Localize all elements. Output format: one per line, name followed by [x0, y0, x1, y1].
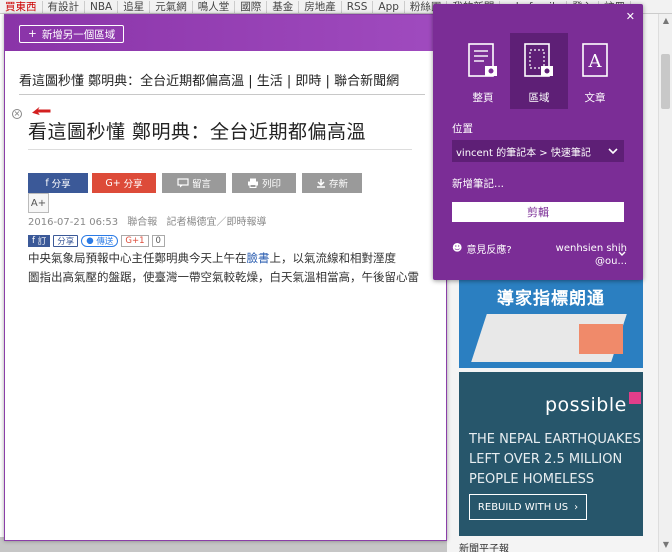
- ad-banner-2[interactable]: possible THE NEPAL EARTHQUAKES LEFT OVER…: [459, 372, 643, 536]
- nav-item[interactable]: 基金: [267, 0, 300, 13]
- font-increase-button[interactable]: A+: [28, 193, 49, 213]
- smiley-icon: ☻: [452, 243, 463, 254]
- chevron-right-icon: ›: [574, 501, 579, 513]
- save-button[interactable]: 存新: [302, 173, 362, 193]
- chevron-down-icon[interactable]: [617, 249, 627, 259]
- feedback-link[interactable]: ☻ 意見反應?: [452, 241, 512, 256]
- clip-button[interactable]: 剪輯: [452, 202, 624, 222]
- nav-item[interactable]: App: [373, 0, 405, 13]
- add-region-label: 新增另一個區域: [41, 28, 116, 41]
- fb-share-button[interactable]: f 分享: [28, 173, 88, 193]
- divider: [19, 94, 425, 95]
- region-icon: [524, 43, 553, 77]
- nav-item[interactable]: 買東西: [0, 0, 43, 13]
- page-icon: [468, 43, 497, 77]
- rebuild-button[interactable]: REBUILD WITH US ›: [469, 494, 587, 520]
- ad1-title: 導家指標朗通: [497, 289, 605, 309]
- facebook-icon: f: [45, 177, 49, 189]
- location-select[interactable]: vincent 的筆記本 > 快速筆記: [452, 140, 624, 162]
- share-bar: f 分享 G+ 分享 留言 列印 存新 A- A+: [28, 173, 418, 213]
- mode-region[interactable]: 區域: [510, 33, 568, 109]
- ad-banner-1[interactable]: 導家指標朗通: [459, 278, 643, 368]
- new-note-link[interactable]: 新增筆記...: [452, 176, 504, 191]
- gplus-one-button[interactable]: G+1: [121, 234, 149, 247]
- plus-icon: +: [28, 28, 37, 40]
- svg-text:A: A: [588, 51, 603, 72]
- user-name: wenhsien shih: [555, 243, 627, 254]
- facebook-icon: f: [32, 235, 35, 246]
- article-date: 2016-07-21 06:53: [28, 217, 119, 228]
- article-author: 記者楊德宜／即時報導: [166, 217, 267, 228]
- download-icon: [316, 179, 325, 188]
- plus-logo-icon: [629, 392, 641, 404]
- chevron-down-icon: [608, 148, 618, 155]
- mode-article[interactable]: A 文章: [566, 33, 624, 109]
- scroll-thumb[interactable]: [661, 54, 670, 109]
- article-meta: 2016-07-21 06:53 聯合報 記者楊德宜／即時報導: [28, 213, 267, 228]
- nav-item[interactable]: NBA: [85, 0, 119, 13]
- gplus-share-button[interactable]: G+ 分享: [92, 173, 156, 193]
- line-send-button[interactable]: ● 傳送: [81, 234, 119, 247]
- mode-article-label: 文章: [584, 92, 606, 104]
- ad2-text: THE NEPAL EARTHQUAKES LEFT OVER 2.5 MILL…: [469, 432, 641, 487]
- line-icon: ●: [86, 235, 94, 246]
- divider: [28, 149, 412, 150]
- gplus-count: 0: [151, 234, 165, 247]
- close-icon[interactable]: ✕: [626, 10, 635, 23]
- clip-preview: + 新增另一個區域 看這圖秒懂 鄭明典：全台近期都偏高溫 | 生活 | 即時 |…: [4, 14, 447, 541]
- cursor-arrow-icon: [29, 104, 52, 117]
- social-row: f 訂 分享 ● 傳送 G+1 0: [28, 234, 165, 247]
- ad2-brand: possible: [545, 394, 627, 416]
- mode-region-label: 區域: [528, 92, 550, 104]
- nav-item[interactable]: 國際: [235, 0, 268, 13]
- nav-item[interactable]: 有設計: [43, 0, 85, 13]
- nav-item[interactable]: 追星: [118, 0, 151, 13]
- fb-subscribe-button[interactable]: f 訂: [28, 234, 51, 247]
- comment-button[interactable]: 留言: [162, 173, 226, 193]
- nav-item[interactable]: 元氣網: [150, 0, 193, 13]
- bottom-right-text: 新聞平子報: [459, 544, 509, 552]
- location-value: vincent 的筆記本 > 快速筆記: [456, 147, 591, 159]
- page-scrollbar[interactable]: ▲ ▼: [658, 14, 672, 552]
- ad1-chart-graphic: [579, 324, 623, 354]
- fb-share-mini-button[interactable]: 分享: [53, 234, 79, 247]
- print-button[interactable]: 列印: [232, 173, 296, 193]
- location-label: 位置: [452, 123, 473, 135]
- region-cancel-icon[interactable]: ×: [12, 109, 22, 119]
- scroll-down-icon[interactable]: ▼: [659, 538, 672, 552]
- article-body: 中央氣象局預報中心主任鄭明典今天上午在臉書上，以氣流線和相對溼度 圖指出高氣壓的…: [28, 251, 419, 284]
- clip-page-title: 看這圖秒懂 鄭明典：全台近期都偏高溫 | 生活 | 即時 | 聯合新聞網: [19, 74, 400, 89]
- comment-icon: [177, 178, 189, 188]
- article-source: 聯合報: [127, 217, 158, 228]
- add-region-button[interactable]: + 新增另一個區域: [19, 25, 125, 43]
- article-icon: A: [582, 43, 608, 77]
- print-icon: [247, 178, 258, 188]
- user-email: @ou...: [595, 256, 627, 267]
- user-account[interactable]: wenhsien shih @ou...: [543, 242, 627, 268]
- nav-item[interactable]: RSS: [342, 0, 374, 13]
- mode-full-page[interactable]: 整頁: [454, 33, 512, 109]
- gplus-icon: G+: [105, 177, 121, 189]
- scroll-up-icon[interactable]: ▲: [659, 14, 672, 28]
- article-title: 看這圖秒懂 鄭明典：全台近期都偏高溫: [28, 121, 367, 143]
- nav-item[interactable]: 房地產: [299, 0, 342, 13]
- mode-page-label: 整頁: [472, 92, 494, 104]
- clip-preview-header: + 新增另一個區域: [5, 15, 446, 51]
- nav-item[interactable]: 鳴人堂: [193, 0, 236, 13]
- clipper-panel: ✕ 整頁 區域 A 文章 位置 vincent 的筆記本 > 快速筆記 新增筆記…: [433, 4, 643, 280]
- facebook-link[interactable]: 臉書: [247, 251, 270, 265]
- rebuild-button-label: REBUILD WITH US: [477, 501, 569, 513]
